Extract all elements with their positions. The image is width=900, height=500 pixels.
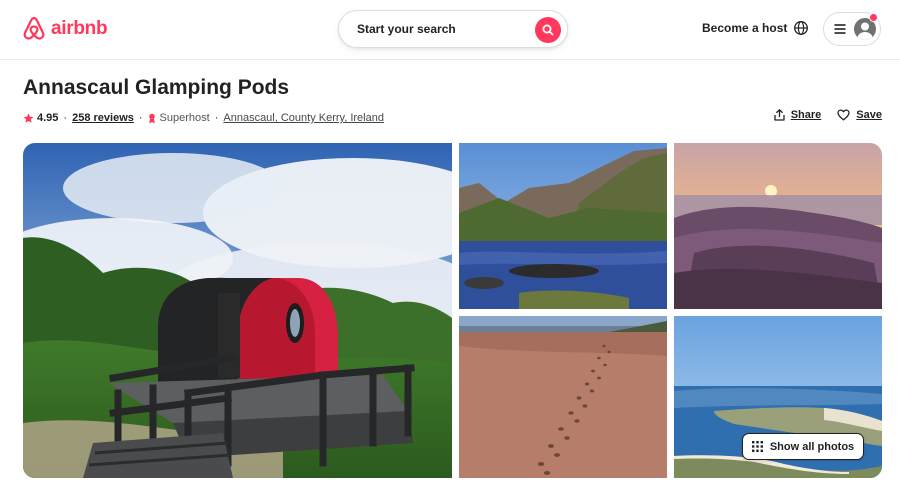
- top-header: airbnb Start your search Become a host: [0, 0, 900, 60]
- location-link[interactable]: Annascaul, County Kerry, Ireland: [223, 112, 384, 124]
- main-photo-glamping-pod[interactable]: [23, 143, 452, 478]
- photo-mountain-lake[interactable]: [459, 143, 667, 309]
- heart-icon: [837, 109, 850, 121]
- photo-sunset-sea[interactable]: [674, 143, 882, 309]
- airbnb-logo[interactable]: airbnb: [22, 14, 108, 44]
- search-icon: [542, 24, 554, 36]
- reviews-link[interactable]: 258 reviews: [72, 112, 134, 124]
- menu-icon: [834, 24, 846, 34]
- listing-title: Annascaul Glamping Pods: [23, 76, 290, 99]
- save-label: Save: [856, 109, 882, 121]
- search-placeholder: Start your search: [357, 22, 456, 36]
- superhost-label: Superhost: [159, 112, 210, 124]
- separator-dot: ·: [63, 112, 68, 124]
- star-icon: [23, 113, 34, 123]
- save-button[interactable]: Save: [837, 109, 882, 121]
- photo-beach-footprints[interactable]: [459, 316, 667, 478]
- superhost-icon: [148, 113, 155, 123]
- photo-gallery: [23, 143, 882, 478]
- share-label: Share: [790, 109, 822, 121]
- search-bar[interactable]: Start your search: [338, 10, 568, 48]
- logo-text: airbnb: [51, 18, 108, 39]
- rating-value: 4.95: [37, 112, 59, 124]
- globe-icon[interactable]: [793, 20, 809, 36]
- separator-dot: ·: [138, 112, 143, 124]
- grid-icon: [751, 441, 763, 452]
- become-host-link[interactable]: Become a host: [702, 21, 787, 35]
- listing-meta: 4.95 · 258 reviews · Superhost · Annasca…: [23, 110, 384, 126]
- separator-dot: ·: [214, 112, 219, 124]
- listing-actions: Share Save: [774, 109, 882, 121]
- share-icon: [774, 109, 785, 121]
- share-button[interactable]: Share: [774, 109, 822, 121]
- show-all-photos-label: Show all photos: [769, 440, 855, 453]
- search-button[interactable]: [535, 17, 561, 43]
- airbnb-logo-icon: [23, 16, 45, 40]
- notification-dot: [869, 13, 878, 22]
- show-all-photos-button[interactable]: Show all photos: [742, 433, 864, 460]
